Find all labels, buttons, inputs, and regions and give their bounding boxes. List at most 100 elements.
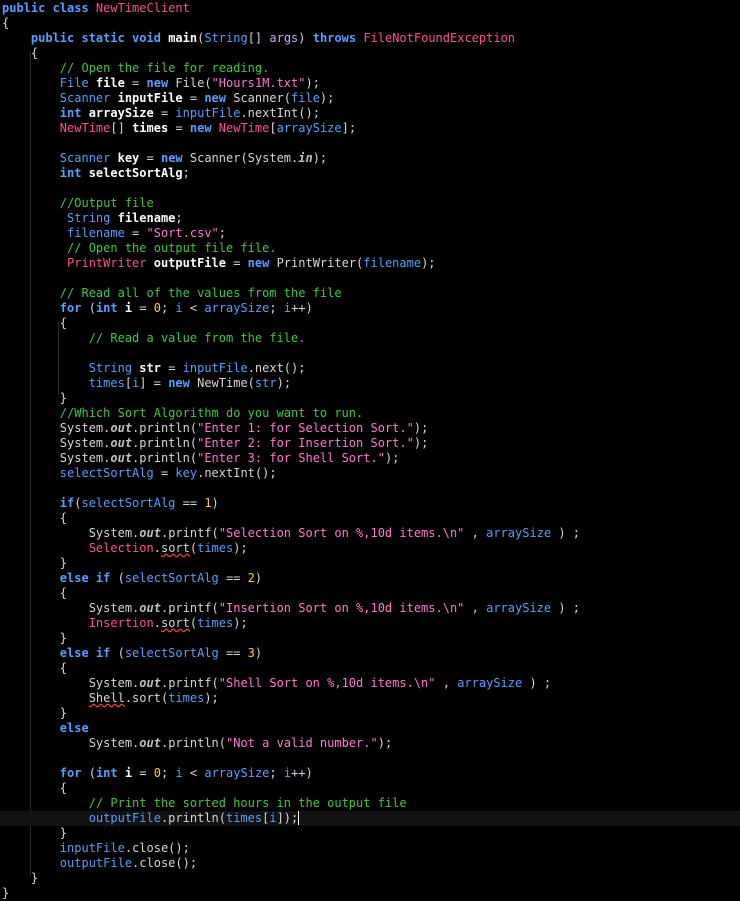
code-line[interactable]: Selection.sort(times); xyxy=(2,541,248,556)
code-line[interactable]: // Open the file for reading. xyxy=(2,61,270,76)
code-line[interactable]: { xyxy=(2,586,67,601)
code-line[interactable]: } xyxy=(2,706,67,721)
code-line[interactable]: PrintWriter outputFile = new PrintWriter… xyxy=(2,256,436,271)
token-number-literal: 0 xyxy=(153,301,161,315)
token-code-text: } xyxy=(2,826,68,840)
token-code-text: ++) xyxy=(291,766,313,780)
token-identifier: i xyxy=(283,301,292,315)
token-code-text: .println( xyxy=(132,421,198,435)
code-line[interactable]: } xyxy=(2,871,38,886)
token-squiggly-error: sort xyxy=(160,541,190,555)
token-identifier: times xyxy=(88,376,125,390)
code-line[interactable]: selectSortAlg = key.nextInt(); xyxy=(2,466,277,481)
code-line[interactable]: filename = "Sort.csv"; xyxy=(2,226,226,241)
token-number-literal: 2 xyxy=(247,571,255,585)
code-line[interactable]: } xyxy=(2,631,67,646)
token-class-name: Insertion xyxy=(88,616,154,630)
token-identifier: i xyxy=(283,766,292,780)
token-identifier: times xyxy=(197,541,234,555)
code-line[interactable]: // Read a value from the file. xyxy=(2,331,306,346)
code-line[interactable]: inputFile.close(); xyxy=(2,841,190,856)
token-keyword: new xyxy=(204,91,234,105)
code-line[interactable]: //Which Sort Algorithm do you want to ru… xyxy=(2,406,363,421)
token-identifier: arraySize xyxy=(486,601,552,615)
token-class-name: NewTimeClient xyxy=(95,1,190,15)
code-line[interactable]: { xyxy=(2,316,67,331)
code-line[interactable]: System.out.printf("Selection Sort on %,1… xyxy=(2,526,580,541)
token-code-text: .next(); xyxy=(247,361,306,375)
code-line[interactable]: System.out.println("Not a valid number."… xyxy=(2,736,392,751)
code-line[interactable]: else if (selectSortAlg == 2) xyxy=(2,571,262,586)
code-line[interactable]: File file = new File("Hours1M.txt"); xyxy=(2,76,320,91)
code-line[interactable]: { xyxy=(2,781,67,796)
code-line[interactable]: System.out.println("Enter 3: for Shell S… xyxy=(2,451,400,466)
code-line[interactable]: { xyxy=(2,511,67,526)
code-line[interactable]: } xyxy=(2,556,67,571)
token-code-text: ++) xyxy=(291,301,313,315)
code-line[interactable]: outputFile.close(); xyxy=(2,856,197,871)
token-code-text: = xyxy=(160,361,183,375)
token-keyword: int xyxy=(59,106,89,120)
code-line[interactable]: System.out.printf("Insertion Sort on %,1… xyxy=(2,601,580,616)
code-line[interactable]: Scanner inputFile = new Scanner(file); xyxy=(2,91,335,106)
token-identifier: String xyxy=(204,31,248,45)
token-code-text: ]); xyxy=(276,811,299,825)
code-line[interactable]: } xyxy=(2,886,9,901)
token-code-text xyxy=(2,811,89,825)
token-code-text: Scanner( xyxy=(233,91,292,105)
code-line[interactable]: String filename; xyxy=(2,211,183,226)
code-line[interactable]: System.out.println("Enter 1: for Selecti… xyxy=(2,421,429,436)
token-code-text: } xyxy=(2,871,39,885)
code-line[interactable]: String str = inputFile.next(); xyxy=(2,361,306,376)
code-line[interactable]: // Open the output file file. xyxy=(2,241,277,256)
token-identifier: filename xyxy=(363,256,422,270)
token-class-name: PrintWriter xyxy=(67,256,154,270)
token-code-text xyxy=(2,466,60,480)
token-identifier: times xyxy=(225,811,263,825)
code-editor[interactable]: public class NewTimeClient{ public stati… xyxy=(0,0,740,900)
token-identifier: i xyxy=(175,766,183,780)
code-line[interactable]: Insertion.sort(times); xyxy=(2,616,248,631)
token-identifier: str xyxy=(254,376,277,390)
code-line[interactable]: { xyxy=(2,46,38,61)
code-line[interactable]: // Print the sorted hours in the output … xyxy=(2,796,407,811)
token-code-text: ); xyxy=(421,256,436,270)
code-line[interactable]: //Output file xyxy=(2,196,154,211)
token-code-text: Scanner(System. xyxy=(189,151,299,165)
token-static-field: out xyxy=(139,526,161,540)
code-line[interactable]: public class NewTimeClient xyxy=(2,1,190,16)
code-line[interactable]: Scanner key = new Scanner(System.in); xyxy=(2,151,327,166)
code-line[interactable]: public static void main(String[] args) t… xyxy=(2,31,515,46)
token-code-text: ) ; xyxy=(551,526,581,540)
token-keyword: int xyxy=(95,301,125,315)
code-line[interactable]: NewTime[] times = new NewTime[arraySize]… xyxy=(2,121,356,136)
token-code-text: .println( xyxy=(132,436,198,450)
code-line[interactable]: times[i] = new NewTime(str); xyxy=(2,376,291,391)
code-line[interactable]: int arraySize = inputFile.nextInt(); xyxy=(2,106,320,121)
code-line[interactable]: if(selectSortAlg == 1) xyxy=(2,496,219,511)
code-line[interactable]: } xyxy=(2,826,67,841)
code-line[interactable]: { xyxy=(2,16,9,31)
code-line[interactable]: System.out.println("Enter 2: for Inserti… xyxy=(2,436,429,451)
token-code-text: [] xyxy=(110,121,133,135)
code-line[interactable]: // Read all of the values from the file xyxy=(2,286,342,301)
code-line[interactable]: System.out.printf("Shell Sort on %,10d i… xyxy=(2,676,551,691)
token-identifier: selectSortAlg xyxy=(59,466,154,480)
code-line[interactable]: int selectSortAlg; xyxy=(2,166,190,181)
token-code-text: } xyxy=(2,391,68,405)
token-code-text xyxy=(2,76,60,90)
code-line[interactable]: for (int i = 0; i < arraySize; i++) xyxy=(2,766,313,781)
code-line[interactable]: } xyxy=(2,391,67,406)
token-code-text: .sort( xyxy=(124,691,169,705)
token-code-text: ); xyxy=(319,91,335,105)
code-line[interactable]: Shell.sort(times); xyxy=(2,691,219,706)
token-keyword: new xyxy=(189,121,219,135)
token-code-text: ; xyxy=(269,301,284,315)
token-code-text: ); xyxy=(413,421,429,435)
code-line[interactable]: { xyxy=(2,661,67,676)
code-line[interactable]: else if (selectSortAlg == 3) xyxy=(2,646,262,661)
token-code-text: System. xyxy=(2,526,140,540)
code-line[interactable]: outputFile.println(times[i]); xyxy=(0,811,740,826)
code-line[interactable]: else xyxy=(2,721,89,736)
code-line[interactable]: for (int i = 0; i < arraySize; i++) xyxy=(2,301,313,316)
